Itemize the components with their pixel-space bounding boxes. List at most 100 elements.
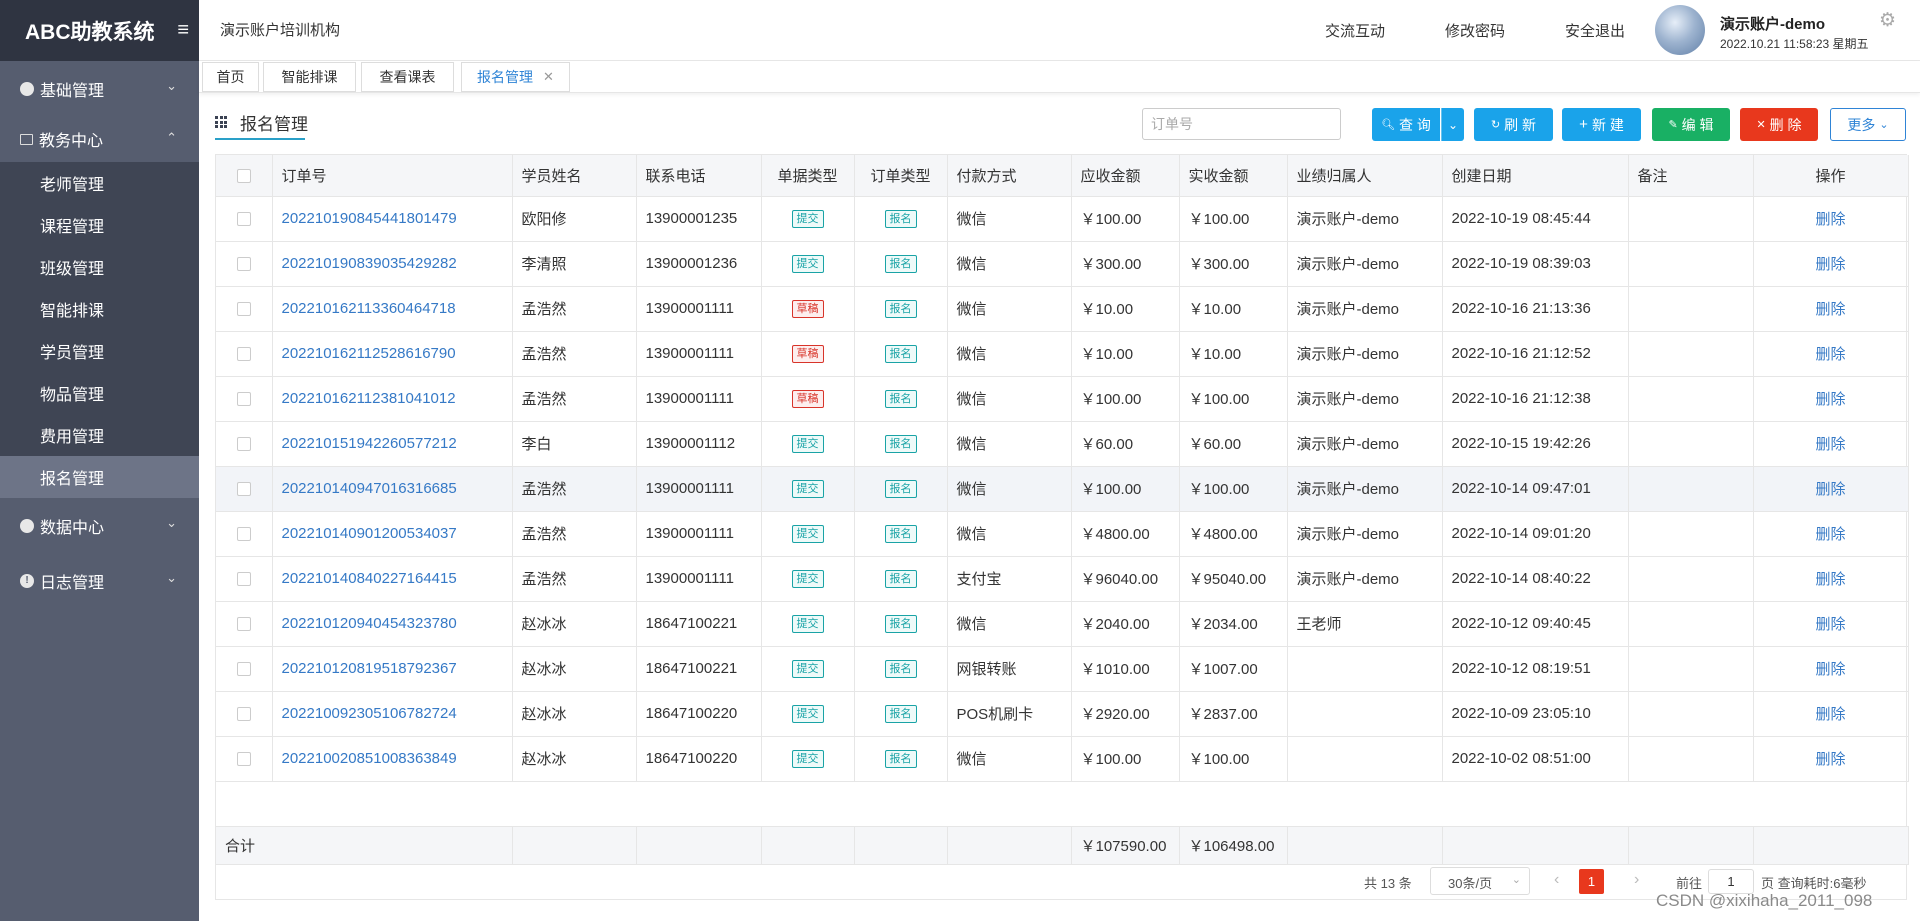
- delete-row-link[interactable]: 删除: [1815, 211, 1845, 228]
- menu-group-logs[interactable]: ! 日志管理 ⌄: [0, 553, 199, 608]
- delete-row-link[interactable]: 删除: [1815, 301, 1845, 318]
- close-icon[interactable]: ✕: [543, 69, 554, 85]
- column-header[interactable]: 操作: [1753, 155, 1909, 197]
- order-link[interactable]: 202210162112381041012: [282, 390, 456, 407]
- sidebar-item-enrollment[interactable]: 报名管理: [0, 456, 199, 498]
- select-all-checkbox-cell[interactable]: [216, 155, 273, 197]
- row-checkbox[interactable]: [236, 392, 251, 407]
- delete-row-link[interactable]: 删除: [1815, 391, 1845, 408]
- nav-change-password[interactable]: 修改密码: [1445, 20, 1505, 41]
- column-header[interactable]: 创建日期: [1442, 155, 1629, 197]
- table-row[interactable]: 202210092305106782724 赵冰冰 18647100220 提交 报名 P…: [216, 691, 1909, 737]
- row-checkbox[interactable]: [236, 212, 251, 227]
- row-checkbox-cell[interactable]: [216, 286, 273, 332]
- row-checkbox[interactable]: [236, 482, 251, 497]
- order-link[interactable]: 202210120940454323780: [282, 615, 457, 632]
- delete-row-link[interactable]: 删除: [1815, 571, 1845, 588]
- column-header[interactable]: 订单类型: [854, 155, 948, 197]
- new-button[interactable]: + 新 建: [1562, 108, 1641, 141]
- row-checkbox-cell[interactable]: [216, 601, 273, 647]
- column-header[interactable]: 联系电话: [636, 155, 762, 197]
- more-button[interactable]: 更多 ⌄: [1830, 108, 1906, 141]
- table-row[interactable]: 202210140947016316685 孟浩然 13900001111 提交 报名 微…: [216, 466, 1909, 512]
- sidebar-item-students[interactable]: 学员管理: [0, 330, 199, 372]
- row-checkbox-cell[interactable]: [216, 736, 273, 782]
- row-checkbox[interactable]: [236, 527, 251, 542]
- row-checkbox[interactable]: [236, 347, 251, 362]
- delete-row-link[interactable]: 删除: [1815, 481, 1845, 498]
- row-checkbox-cell[interactable]: [216, 466, 273, 512]
- table-row[interactable]: 202210190839035429282 李清照 13900001236 提交 报名 微…: [216, 241, 1909, 287]
- prev-page-icon[interactable]: ‹: [1554, 871, 1559, 889]
- query-button[interactable]: 🔍︎ 查 询: [1372, 108, 1440, 141]
- order-link[interactable]: 202210162113360464718: [282, 300, 456, 317]
- column-header[interactable]: 单据类型: [761, 155, 855, 197]
- table-row[interactable]: 202210151942260577212 李白 13900001112 提交 报名 微信…: [216, 421, 1909, 467]
- page-size-select[interactable]: 30条/页 ⌄: [1430, 867, 1530, 895]
- menu-group-data[interactable]: 数据中心 ⌄: [0, 498, 199, 553]
- row-checkbox-cell[interactable]: [216, 241, 273, 287]
- delete-row-link[interactable]: 删除: [1815, 751, 1845, 768]
- column-header[interactable]: 学员姓名: [512, 155, 637, 197]
- delete-row-link[interactable]: 删除: [1815, 436, 1845, 453]
- table-row[interactable]: 202210190845441801479 欧阳修 13900001235 提交 报名 微…: [216, 196, 1909, 242]
- order-link[interactable]: 202210140840227164415: [282, 570, 457, 587]
- row-checkbox-cell[interactable]: [216, 331, 273, 377]
- menu-group-academic[interactable]: 教务中心 ⌃: [0, 116, 199, 162]
- row-checkbox-cell[interactable]: [216, 556, 273, 602]
- column-header[interactable]: 实收金额: [1179, 155, 1288, 197]
- next-page-icon[interactable]: ›: [1634, 871, 1639, 889]
- sidebar-item-courses[interactable]: 课程管理: [0, 204, 199, 246]
- row-checkbox-cell[interactable]: [216, 376, 273, 422]
- order-link[interactable]: 202210020851008363849: [282, 750, 457, 767]
- delete-row-link[interactable]: 删除: [1815, 706, 1845, 723]
- row-checkbox[interactable]: [236, 437, 251, 452]
- row-checkbox[interactable]: [236, 707, 251, 722]
- sidebar-item-teachers[interactable]: 老师管理: [0, 162, 199, 204]
- delete-row-link[interactable]: 删除: [1815, 346, 1845, 363]
- row-checkbox-cell[interactable]: [216, 421, 273, 467]
- column-header[interactable]: 业绩归属人: [1287, 155, 1443, 197]
- menu-group-basic[interactable]: 基础管理 ⌄: [0, 61, 199, 116]
- nav-community[interactable]: 交流互动: [1325, 20, 1385, 41]
- table-row[interactable]: 202210120940454323780 赵冰冰 18647100221 提交 报名 微…: [216, 601, 1909, 647]
- table-row[interactable]: 202210162112528616790 孟浩然 13900001111 草稿 报名 微…: [216, 331, 1909, 377]
- table-row[interactable]: 202210162113360464718 孟浩然 13900001111 草稿 报名 微…: [216, 286, 1909, 332]
- tab-view-timetable[interactable]: 查看课表: [361, 62, 454, 92]
- row-checkbox[interactable]: [236, 572, 251, 587]
- table-row[interactable]: 202210140840227164415 孟浩然 13900001111 提交 报名 支…: [216, 556, 1909, 602]
- select-all-checkbox[interactable]: [236, 168, 251, 183]
- table-row[interactable]: 202210140901200534037 孟浩然 13900001111 提交 报名 微…: [216, 511, 1909, 557]
- table-row[interactable]: 202210120819518792367 赵冰冰 18647100221 提交 报名 网…: [216, 646, 1909, 692]
- sidebar-item-fees[interactable]: 费用管理: [0, 414, 199, 456]
- order-link[interactable]: 202210190845441801479: [282, 210, 457, 227]
- order-link[interactable]: 202210140901200534037: [282, 525, 457, 542]
- order-link[interactable]: 202210151942260577212: [282, 435, 457, 452]
- table-row[interactable]: 202210162112381041012 孟浩然 13900001111 草稿 报名 微…: [216, 376, 1909, 422]
- order-link[interactable]: 202210120819518792367: [282, 660, 457, 677]
- row-checkbox-cell[interactable]: [216, 196, 273, 242]
- row-checkbox-cell[interactable]: [216, 646, 273, 692]
- order-link[interactable]: 202210190839035429282: [282, 255, 457, 272]
- row-checkbox[interactable]: [236, 302, 251, 317]
- menu-toggle-icon[interactable]: ≡: [177, 19, 189, 42]
- tab-smart-schedule[interactable]: 智能排课: [263, 62, 356, 92]
- order-link[interactable]: 202210140947016316685: [282, 480, 457, 497]
- row-checkbox[interactable]: [236, 752, 251, 767]
- row-checkbox[interactable]: [236, 617, 251, 632]
- edit-button[interactable]: ✎ 编 辑: [1652, 108, 1730, 141]
- delete-button[interactable]: ✕ 删 除: [1740, 108, 1818, 141]
- tab-enrollment[interactable]: 报名管理 ✕: [461, 62, 570, 92]
- delete-row-link[interactable]: 删除: [1815, 616, 1845, 633]
- tab-home[interactable]: 首页: [202, 62, 259, 92]
- column-header[interactable]: 付款方式: [947, 155, 1072, 197]
- gear-icon[interactable]: ⚙: [1879, 9, 1896, 32]
- row-checkbox[interactable]: [236, 662, 251, 677]
- avatar[interactable]: [1655, 5, 1705, 55]
- query-dropdown-button[interactable]: ⌄: [1441, 108, 1464, 141]
- row-checkbox[interactable]: [236, 257, 251, 272]
- order-link[interactable]: 202210162112528616790: [282, 345, 456, 362]
- column-header[interactable]: 应收金额: [1071, 155, 1180, 197]
- delete-row-link[interactable]: 删除: [1815, 661, 1845, 678]
- table-row[interactable]: 202210020851008363849 赵冰冰 18647100220 提交 报名 微…: [216, 736, 1909, 782]
